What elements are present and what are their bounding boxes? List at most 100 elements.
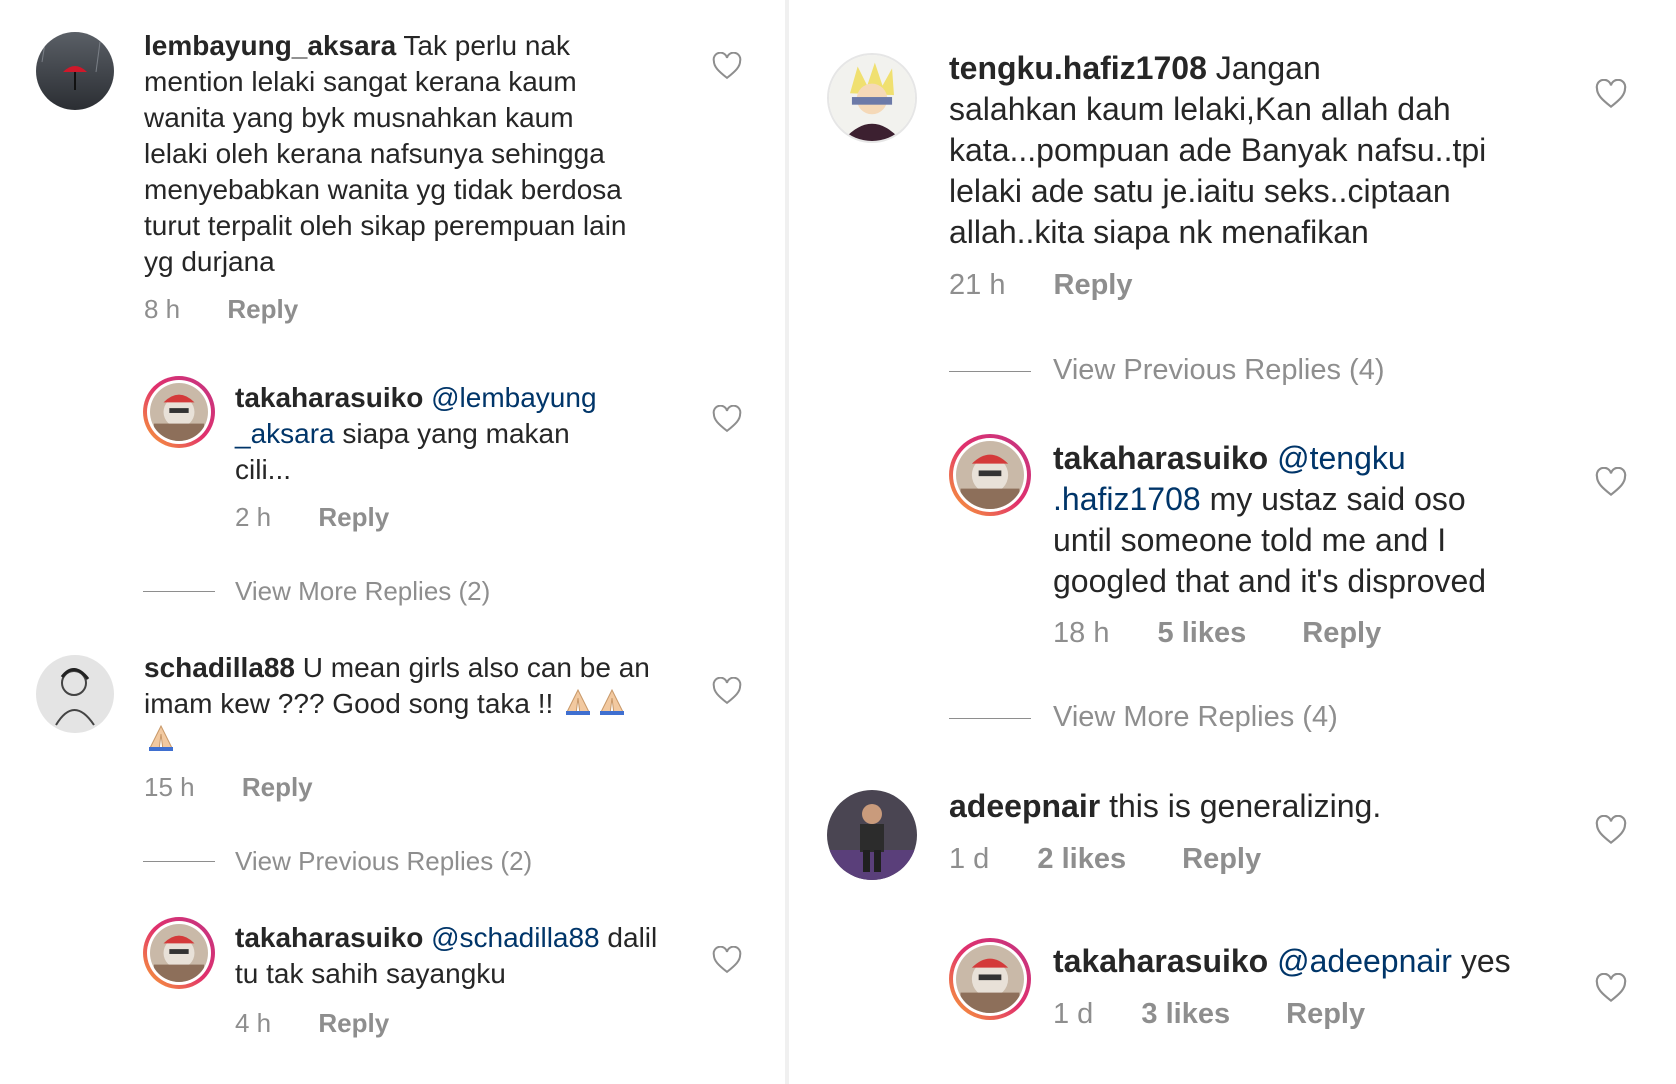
username[interactable]: takaharasuiko [1053, 440, 1268, 476]
avatar-image-person [827, 790, 917, 880]
reply-text: takaharasuiko @tengku .hafiz1708 my usta… [1053, 438, 1573, 602]
comment-text: schadilla88 U mean girls also can be an … [144, 650, 704, 758]
username[interactable]: lembayung_aksara [144, 30, 396, 61]
timestamp: 15 h [144, 772, 195, 802]
comment-text: lembayung_aksara Tak perlu nak mention l… [144, 28, 704, 280]
view-previous-replies-label[interactable]: View Previous Replies (4) [1053, 354, 1385, 386]
avatar[interactable] [949, 434, 1031, 516]
mention-link[interactable]: .hafiz1708 [1053, 481, 1201, 517]
heart-icon[interactable] [1595, 815, 1627, 845]
reply-button[interactable]: Reply [1286, 998, 1365, 1031]
comment-line: kata...pompuan ade Banyak nafsu..tpi [949, 132, 1487, 168]
likes-count[interactable]: 2 likes [1037, 843, 1126, 876]
avatar[interactable] [949, 938, 1031, 1020]
view-previous-replies-label[interactable]: View Previous Replies (2) [235, 846, 532, 876]
reply-button[interactable]: Reply [1182, 843, 1261, 876]
avatar[interactable] [143, 917, 215, 989]
view-more-replies-label[interactable]: View More Replies (2) [235, 576, 490, 606]
comment-line: U mean girls also can be an [302, 652, 650, 683]
divider [143, 861, 215, 862]
folded-hands-emoji-icon [600, 688, 625, 715]
reply-line: my ustaz said oso [1200, 481, 1466, 517]
view-more-replies-link[interactable]: View More Replies (4) [949, 701, 1338, 734]
heart-icon[interactable] [1595, 467, 1627, 497]
mention-link[interactable]: @adeepnair [1277, 943, 1452, 979]
reply-button[interactable]: Reply [318, 502, 389, 533]
divider [949, 371, 1031, 372]
avatar[interactable] [827, 790, 917, 880]
avatar-image-takaharasuiko [956, 945, 1024, 1013]
heart-icon[interactable] [712, 405, 742, 433]
view-more-replies-label[interactable]: View More Replies (4) [1053, 701, 1338, 733]
comment-meta: 8 h Reply [144, 294, 298, 325]
reply-text: takaharasuiko @adeepnair yes [1053, 941, 1573, 982]
likes-count[interactable]: 5 likes [1158, 617, 1247, 650]
reply-line: googled that and it's disproved [1053, 563, 1487, 599]
heart-icon[interactable] [1595, 79, 1627, 109]
timestamp: 18 h [1053, 617, 1110, 649]
reply-text: takaharasuiko @lembayung _aksara siapa y… [235, 380, 705, 488]
comment-meta: 15 h Reply [144, 772, 313, 803]
comment-text: adeepnair this is generalizing. [949, 786, 1569, 827]
comment-line: lelaki ade satu je.iaitu seks..ciptaan [949, 173, 1451, 209]
username[interactable]: takaharasuiko [1053, 943, 1268, 979]
username[interactable]: takaharasuiko [235, 382, 423, 413]
divider [143, 591, 215, 592]
username[interactable]: tengku.hafiz1708 [949, 50, 1207, 86]
likes-count[interactable]: 3 likes [1141, 998, 1230, 1031]
comment-line: mention lelaki sangat kerana kaum [144, 66, 577, 97]
folded-hands-emoji-icon [149, 724, 173, 751]
view-previous-replies-link[interactable]: View Previous Replies (2) [143, 846, 532, 877]
avatar-image-anime-character [829, 55, 915, 141]
avatar-image-sketch [36, 655, 114, 733]
right-comments-panel: tengku.hafiz1708 Jangan salahkan kaum le… [789, 0, 1676, 1084]
timestamp: 1 d [949, 843, 990, 875]
comment-line: Tak perlu nak [403, 30, 570, 61]
avatar[interactable] [36, 32, 114, 110]
left-comments-panel: lembayung_aksara Tak perlu nak mention l… [0, 0, 785, 1084]
heart-icon[interactable] [712, 677, 742, 705]
username[interactable]: schadilla88 [144, 652, 295, 683]
timestamp: 4 h [235, 1008, 272, 1038]
divider [949, 718, 1031, 719]
comment-line: lelaki oleh kerana nafsunya sehingga [144, 138, 605, 169]
reply-button[interactable]: Reply [318, 1008, 389, 1039]
username[interactable]: adeepnair [949, 788, 1100, 824]
heart-icon[interactable] [712, 52, 742, 80]
reply-line: dalil [599, 922, 658, 953]
avatar[interactable] [827, 53, 917, 143]
comment-line: turut terpalit oleh sikap perempuan lain [144, 210, 627, 241]
avatar[interactable] [36, 655, 114, 733]
reply-meta: 18 h 5 likes Reply [1053, 617, 1381, 650]
folded-hands-emoji-icon [566, 688, 591, 715]
comment-text: tengku.hafiz1708 Jangan salahkan kaum le… [949, 48, 1569, 253]
reply-line: siapa yang makan [334, 418, 570, 449]
reply-text: takaharasuiko @schadilla88 dalil tu tak … [235, 920, 715, 992]
heart-icon[interactable] [712, 946, 742, 974]
reply-line: cili... [235, 454, 291, 485]
avatar[interactable] [143, 376, 215, 448]
reply-line: until someone told me and I [1053, 522, 1447, 558]
comment-line: salahkan kaum lelaki,Kan allah dah [949, 91, 1451, 127]
mention-link[interactable]: @lembayung [431, 382, 596, 413]
comment-meta: 1 d 2 likes Reply [949, 843, 1261, 876]
view-more-replies-link[interactable]: View More Replies (2) [143, 576, 490, 607]
avatar-image-takaharasuiko [150, 924, 208, 982]
mention-link[interactable]: @tengku [1277, 440, 1406, 476]
reply-button[interactable]: Reply [1054, 269, 1133, 302]
view-previous-replies-link[interactable]: View Previous Replies (4) [949, 354, 1385, 387]
reply-button[interactable]: Reply [227, 294, 298, 325]
reply-button[interactable]: Reply [242, 772, 313, 803]
comment-meta: 21 h Reply [949, 269, 1133, 302]
reply-button[interactable]: Reply [1302, 617, 1381, 650]
timestamp: 2 h [235, 502, 272, 532]
reply-line: yes [1451, 943, 1511, 979]
heart-icon[interactable] [1595, 973, 1627, 1003]
comment-line: menyebabkan wanita yg tidak berdosa [144, 174, 622, 205]
comment-line: Jangan [1215, 50, 1321, 86]
timestamp: 1 d [1053, 998, 1094, 1030]
mention-link[interactable]: @schadilla88 [431, 922, 600, 953]
avatar-image-takaharasuiko [150, 383, 208, 441]
mention-link[interactable]: _aksara [235, 418, 335, 449]
username[interactable]: takaharasuiko [235, 922, 423, 953]
